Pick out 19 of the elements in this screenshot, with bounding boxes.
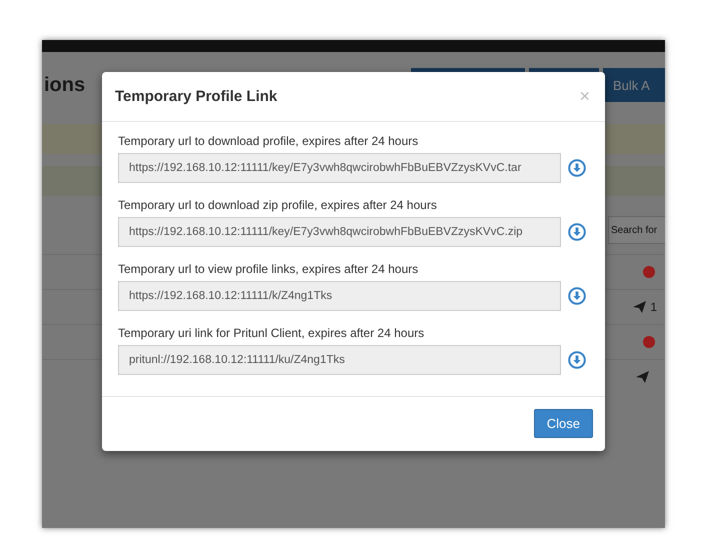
field-label: Temporary uri link for Pritunl Client, expires after 24 hours	[118, 326, 426, 340]
field-label: Temporary url to download profile, expires after 24 hours	[118, 134, 420, 148]
send-icon	[636, 371, 649, 383]
url-field[interactable]: https://192.168.10.12:11111/key/E7y3vwh8qwcirobwhFbBuEBVZzysKVvC.tar	[118, 153, 561, 183]
download-icon[interactable]	[568, 287, 586, 305]
close-button[interactable]: Close	[534, 409, 593, 438]
page-title: ions	[44, 74, 86, 96]
url-field[interactable]: https://192.168.10.12:11111/k/Z4ng1Tks	[118, 281, 561, 311]
url-field[interactable]: https://192.168.10.12:11111/key/E7y3vwh8qwcirobwhFbBuEBVZzysKVvC.zip	[118, 217, 561, 247]
download-icon[interactable]	[568, 159, 586, 177]
download-icon[interactable]	[568, 351, 586, 369]
search-field[interactable]: Search for	[608, 216, 665, 244]
modal-title: Temporary Profile Link	[115, 88, 278, 105]
download-icon[interactable]	[568, 223, 586, 241]
url-field[interactable]: pritunl://192.168.10.12:11111/ku/Z4ng1Tks	[118, 345, 561, 375]
field-label: Temporary url to view profile links, expires after 24 hours	[118, 262, 420, 276]
row-count: 1	[650, 300, 657, 314]
field-label: Temporary url to download zip profile, expires after 24 hours	[118, 198, 438, 212]
send-icon	[633, 301, 646, 313]
